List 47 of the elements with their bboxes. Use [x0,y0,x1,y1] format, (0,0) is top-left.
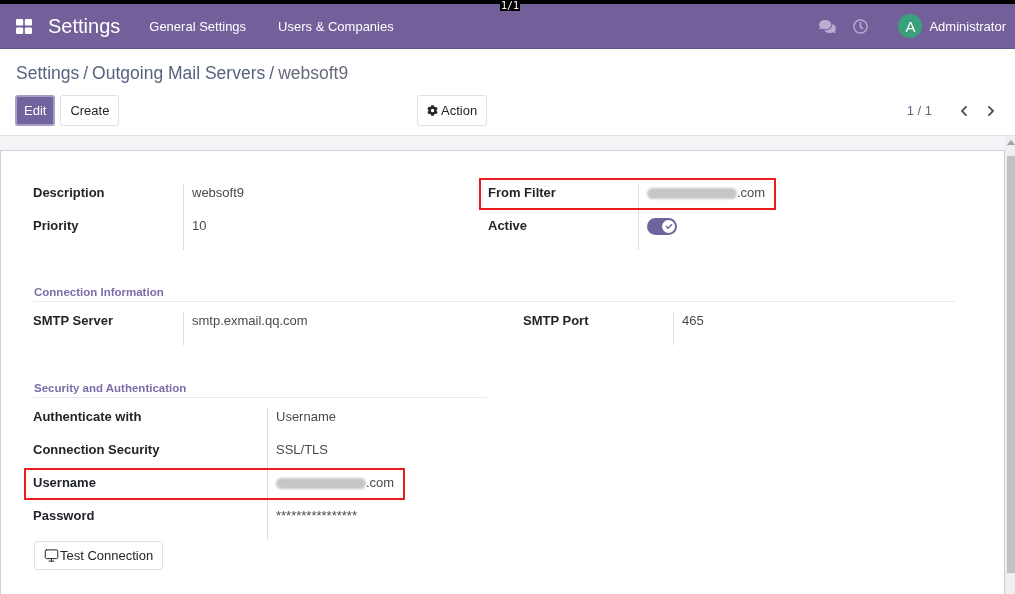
breadcrumb-link[interactable]: Outgoing Mail Servers [92,61,266,85]
field-value: SSL/TLS [276,441,329,459]
field-value: Username [276,408,336,426]
clock-icon[interactable] [853,18,869,34]
primary-button[interactable]: Edit [15,95,56,126]
field-label: SMTP Port [523,312,589,330]
chat-bubbles-icon[interactable] [819,18,837,34]
menu-item[interactable]: Users & Companies [262,4,410,48]
field-value: websoft9 [192,184,245,202]
scrollbar-thumb[interactable] [1007,156,1015,573]
field-value: 465 [682,312,704,330]
menu-item[interactable]: General Settings [133,4,263,48]
user-menu[interactable]: Administrator [929,18,1006,34]
field-label: Password [33,507,95,525]
toggle-switch[interactable] [647,218,677,235]
field-label: Description [33,184,105,202]
check-icon [664,223,673,230]
chevron-left-icon [960,104,968,117]
breadcrumb-separator: / [83,62,89,85]
secondary-button[interactable]: Create [60,95,120,126]
section-title: Security and Authentication [33,379,487,398]
field-label: Priority [33,217,79,235]
field-label: Active [488,217,528,235]
field-label: Username [33,474,96,492]
pager-value: 1 / 1 [906,103,932,118]
field-label: Authenticate with [33,408,142,426]
field-value: .com [366,474,395,492]
page-counter: 1/1 [500,0,521,11]
gear-icon [427,105,438,116]
breadcrumb-link[interactable]: Settings [16,61,80,85]
field-value: smtp.exmail.qq.com [192,312,308,330]
field-label: Connection Security [33,441,160,459]
apps-grid-icon[interactable] [16,18,32,34]
breadcrumb-current[interactable]: websoft9 [278,61,349,85]
test-connection-button[interactable]: Test Connection [34,541,164,570]
chevron-right-icon [987,104,995,117]
field-value: 10 [192,217,207,235]
action-button[interactable]: Action [417,95,488,126]
monitor-icon [44,548,59,563]
field-label: SMTP Server [33,312,113,330]
app-title: Settings [48,14,121,38]
field-value: **************** [276,507,357,525]
user-avatar: A [898,14,923,38]
section-title: Connection Information [33,283,955,302]
field-value: .com [737,184,766,202]
breadcrumb-separator: / [269,62,275,85]
field-label: From Filter [488,184,556,202]
